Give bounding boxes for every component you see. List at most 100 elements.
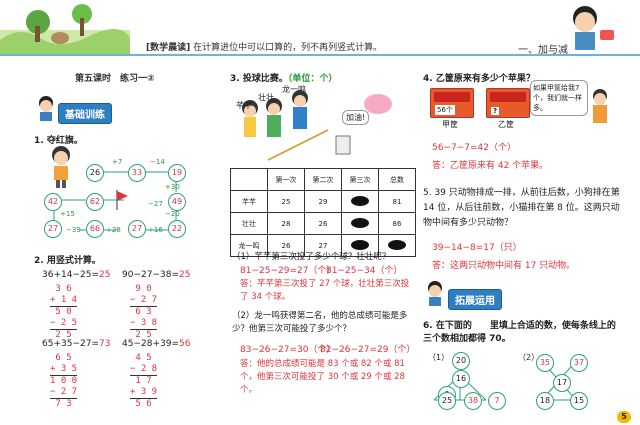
q1-op: −39 (66, 226, 81, 234)
q2-eq1: 36+14−25=25 (42, 270, 111, 280)
table-cell: 25 (267, 190, 305, 213)
q1-circle: 19 (168, 164, 186, 182)
q6-left-circle: 38 (464, 392, 482, 410)
q1-circle: 27 (128, 220, 146, 238)
q2-eq2: 90−27−38=25 (122, 270, 191, 280)
basket-b-unknown: ? (491, 107, 500, 115)
page-number: 5 (617, 411, 631, 423)
basket-b-label: 乙筐 (498, 120, 514, 129)
table-cell: 29 (304, 190, 342, 213)
q2-title: 2. 用竖式计算。 (34, 256, 101, 266)
q2-calc2: 9 0− 2 7 6 3− 3 8 2 5 (130, 284, 158, 340)
q1-circle: 22 (168, 220, 186, 238)
red-flag-icon (115, 190, 129, 214)
table-cell: 81 (378, 190, 416, 213)
q6-left-circle: 16 (452, 370, 470, 388)
basket-a: 56个 (430, 88, 474, 118)
q1-circle: 49 (168, 193, 186, 211)
q3-sub1: （1）芊芊第三次投了多少个球？壮壮呢？ (232, 252, 391, 262)
lesson-title: 第五课时 练习一② (75, 74, 155, 84)
q6-right-circle: 18 (536, 392, 554, 410)
q1-op: +30 (165, 183, 180, 191)
scenery-illustration (0, 4, 130, 56)
basket-a-label: 甲筐 (442, 120, 458, 129)
q2-calc1: 3 6 + 1 4 5 0− 2 5 2 5 (50, 284, 78, 340)
q1-op: +28 (106, 226, 121, 234)
q3-name-zz: 壮壮 (258, 93, 274, 102)
unit-title: 一、加与减 (518, 45, 568, 56)
child-illustration (588, 88, 612, 132)
q3-name-lym: 龙一鸣 (282, 85, 306, 94)
q3-sub2-answer: 答：他的总成绩可能是 83 个或 82 个或 81 个，他第三次可能投了 30 … (240, 359, 405, 395)
q1-circle: 42 (44, 193, 62, 211)
q3-sub1-ans2: 81−25−34（个） (326, 266, 403, 276)
q6-right-circle: 15 (570, 392, 588, 410)
q3-sub2-ans2: 82−26−27=29（个） (320, 345, 416, 355)
header-band (0, 0, 640, 66)
q6-right-circle: 37 (570, 354, 588, 372)
q1-circle: 62 (86, 193, 104, 211)
table-cell: 86 (378, 212, 416, 235)
q1-op: −27 (148, 200, 163, 208)
table-cell (230, 168, 268, 191)
table-cell: 第三次 (341, 168, 379, 191)
q6-left-circle: 7 (488, 392, 506, 410)
table-cell: 芊芊 (230, 190, 268, 213)
q6-right-circle: 17 (553, 374, 571, 392)
ink-blot-cell (341, 212, 379, 235)
table-cell: 第二次 (304, 168, 342, 191)
q3-name-qq: 芊芊 (236, 101, 252, 110)
table-cell: 26 (304, 212, 342, 235)
q6-right-circle: 35 (536, 354, 554, 372)
q6-left-circle: 20 (452, 352, 470, 370)
ink-blot-icon (351, 239, 369, 250)
q4-calc: 56−7−7=42（个） (432, 143, 516, 153)
table-cell: 总数 (378, 168, 416, 191)
q5-calc: 39−14−8=17（只） (432, 243, 522, 253)
score-table: 第一次 第二次 第三次 总数 芊芊 25 29 81 壮壮 28 26 86 龙… (230, 168, 416, 257)
basic-training-badge: 基础训练 (58, 103, 112, 124)
q2-eq4: 45−28+39=56 (122, 339, 191, 349)
mascot-icon (35, 95, 57, 125)
extend-badge: 拓展运用 (448, 289, 502, 310)
table-row: 芊芊 25 29 81 (230, 190, 416, 213)
q6-left-circle: 25 (438, 392, 456, 410)
q2-calc4: 4 5− 2 8 1 7 + 3 9 5 6 (130, 353, 158, 409)
q1-circle: 66 (86, 220, 104, 238)
basket-b: ? (486, 88, 530, 118)
ink-blot-icon (388, 239, 406, 250)
q5-answer: 答：这两只动物中间有 17 只动物。 (432, 261, 576, 271)
q5-title: 5. 39 只动物排成一排，从前往后数，小狗排在第 14 位，从后往前数，小猫排… (423, 188, 620, 228)
q2-eq3: 65+35−27=73 (42, 339, 111, 349)
q4-speech-bubble: 如果甲筐给我7个，我们就一样多。 (530, 80, 588, 116)
table-row: 壮壮 28 26 86 (230, 212, 416, 235)
ink-blot-icon (351, 195, 369, 206)
table-cell: 壮壮 (230, 212, 268, 235)
table-header-row: 第一次 第二次 第三次 总数 (230, 168, 416, 191)
q3-sub2: （2）龙一鸣获得第二名，他的总成绩可能是多少？他第三次可能投了多少个？ (232, 311, 408, 334)
q2-calc3: 6 5 + 3 51 0 0− 2 7 7 3 (50, 353, 78, 409)
q1-op: +15 (60, 210, 75, 218)
q6-title: 6. 在下面的 里填上合适的数，使每条线上的三个数相加都得 70。 (423, 321, 616, 344)
cheer-bubble: 加油! (342, 110, 370, 125)
ink-blot-cell (341, 190, 379, 213)
table-cell: 28 (267, 212, 305, 235)
ink-blot-icon (351, 217, 369, 228)
boy-illustration (573, 6, 614, 50)
header-instruction: [数学晨读] 在计算进位中可以口算的，列不再列竖式计算。 (146, 43, 383, 53)
q1-op: −20 (165, 210, 180, 218)
q1-circle-start: 26 (86, 164, 104, 182)
q1-circle: 33 (128, 164, 146, 182)
q4-title: 4. 乙筐原来有多少个苹果？ (423, 74, 535, 84)
q1-op: +16 (148, 226, 163, 234)
table-cell: 第一次 (267, 168, 305, 191)
q1-op: −14 (150, 158, 165, 166)
q3-sub1-answer: 答：芊芊第三次投了 27 个球，壮壮第三次投了 34 个球。 (240, 279, 410, 302)
q4-answer: 答：乙筐原来有 42 个苹果。 (432, 161, 549, 171)
q3-title: 3. 投球比赛。（单位：个） (230, 74, 338, 84)
q1-op: +7 (112, 158, 123, 166)
mascot-icon (424, 280, 446, 310)
basket-a-count: 56个 (435, 105, 455, 115)
q1-circle: 27 (44, 220, 62, 238)
q3-sub1-ans1: 81−25−29=27（个） (240, 266, 336, 276)
